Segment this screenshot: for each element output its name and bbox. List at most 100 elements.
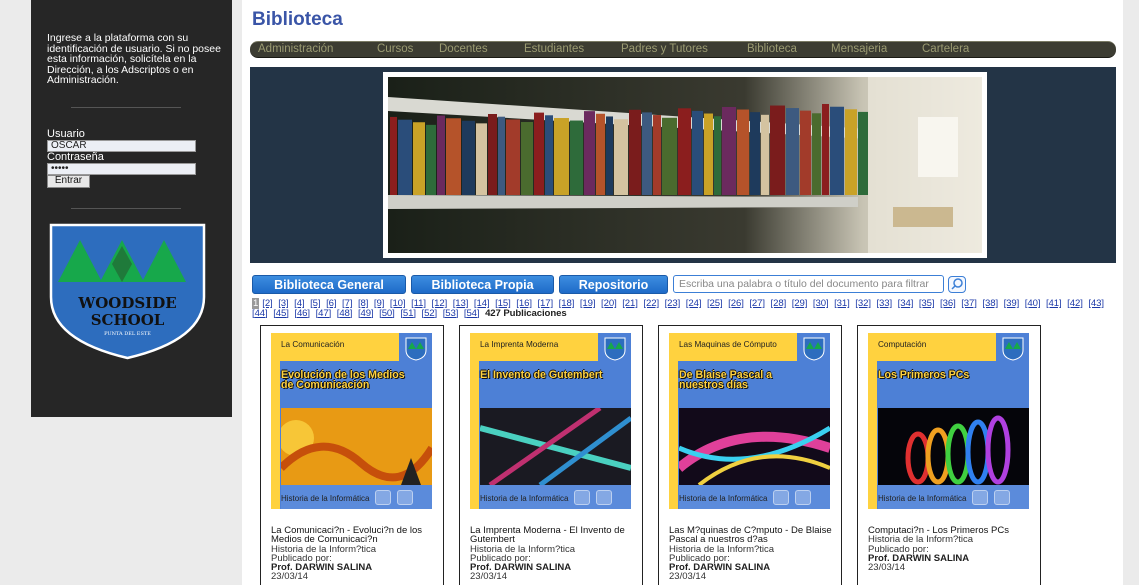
book-cover[interactable]: Computación Los Primeros PCs Historia de l… [868,333,1029,509]
publication-meta: La Comunicaci?n - Evoluci?n de los Medio… [271,526,441,582]
publication-card[interactable]: Computación Los Primeros PCs Historia de l… [857,325,1041,585]
school-shield-icon [803,337,825,361]
scrollbar[interactable] [1123,0,1139,585]
tab-repositorio[interactable]: Repositorio [559,275,668,294]
page-link[interactable]: [33] [876,298,892,309]
page-link[interactable]: [44] [252,308,268,319]
search-button[interactable] [948,276,966,293]
page-link[interactable]: [27] [749,298,765,309]
logo-name: WOODSIDE [77,294,176,312]
page-link[interactable]: [49] [358,308,374,319]
cover-footer-label: Historia de la Informática [281,494,370,503]
cover-artwork [878,408,1029,485]
cover-category: La Imprenta Moderna [470,333,598,361]
hero-banner [250,67,1116,263]
nav-item-biblioteca[interactable]: Biblioteca [747,43,797,55]
nav-item-mensajeria[interactable]: Mensajeria [831,43,887,55]
main-content: Biblioteca Administración Cursos Docente… [242,0,1123,585]
page-link[interactable]: [23] [665,298,681,309]
username-label: Usuario [47,128,85,140]
cover-category: Computación [868,333,996,361]
page-link[interactable]: [30] [813,298,829,309]
page-link[interactable]: [54] [464,308,480,319]
publication-title[interactable]: Las M?quinas de C?mputo - De Blaise Pasc… [669,526,839,545]
page-link[interactable]: [51] [400,308,416,319]
page-link[interactable]: [29] [792,298,808,309]
page-link[interactable]: [34] [898,298,914,309]
cover-artwork [679,408,830,485]
page-link[interactable]: [40] [1025,298,1041,309]
page-title: Biblioteca [252,9,343,30]
page-link[interactable]: [21] [622,298,638,309]
publication-title[interactable]: La Imprenta Moderna - El Invento de Gute… [470,526,640,545]
nav-item-administracion[interactable]: Administración [258,43,333,55]
login-button[interactable]: Entrar [47,175,90,188]
page-link[interactable]: [41] [1046,298,1062,309]
page-link[interactable]: [35] [919,298,935,309]
publication-card[interactable]: Las Maquinas de Cómputo De Blaise Pascal … [658,325,842,585]
page-link[interactable]: [53] [443,308,459,319]
page-link[interactable]: [25] [707,298,723,309]
cover-title: Evolución de los Medios de Comunicación [281,369,405,391]
page-link[interactable]: [42] [1067,298,1083,309]
cover-side-strip [271,361,280,509]
page-link[interactable]: [39] [1004,298,1020,309]
page-link[interactable]: [46] [294,308,310,319]
view-icon[interactable] [596,490,612,505]
page-link[interactable]: [38] [982,298,998,309]
page-link[interactable]: [48] [337,308,353,319]
cover-category: La Comunicación [271,333,399,361]
download-icon[interactable] [972,490,988,505]
publication-meta: La Imprenta Moderna - El Invento de Gute… [470,526,640,582]
nav-item-cursos[interactable]: Cursos [377,43,413,55]
page-link[interactable]: [31] [834,298,850,309]
cover-footer: Historia de la Informática [281,485,432,509]
nav-item-cartelera[interactable]: Cartelera [922,43,969,55]
cover-side-strip [470,361,479,509]
nav-item-estudiantes[interactable]: Estudiantes [524,43,584,55]
publication-title[interactable]: La Comunicaci?n - Evoluci?n de los Medio… [271,526,441,545]
page-link[interactable]: [26] [728,298,744,309]
publication-date: 23/03/14 [271,571,308,583]
top-navigation: Administración Cursos Docentes Estudiant… [250,41,1116,58]
pagination: 1 [2] [3] [4] [5] [6] [7] [8] [9] [10] [1… [252,298,1120,319]
page-link[interactable]: [37] [961,298,977,309]
page-link[interactable]: [28] [771,298,787,309]
book-cover[interactable]: Las Maquinas de Cómputo De Blaise Pascal … [669,333,830,509]
publication-card[interactable]: La Comunicación Evolución de los Medios d… [260,325,444,585]
nav-item-padres-tutores[interactable]: Padres y Tutores [621,43,708,55]
cover-footer: Historia de la Informática [878,485,1029,509]
search-input[interactable]: Escriba una palabra o título del documen… [673,275,944,293]
tab-biblioteca-general[interactable]: Biblioteca General [252,275,406,294]
cover-footer-label: Historia de la Informática [480,494,569,503]
cover-footer-label: Historia de la Informática [679,494,768,503]
book-cover[interactable]: La Imprenta Moderna El Invento de Gutembe… [470,333,631,509]
download-icon[interactable] [574,490,590,505]
page-link[interactable]: [22] [643,298,659,309]
page-link[interactable]: [19] [580,298,596,309]
school-shield-icon [405,337,427,361]
page-link[interactable]: [52] [422,308,438,319]
page-link[interactable]: [32] [855,298,871,309]
book-cover[interactable]: La Comunicación Evolución de los Medios d… [271,333,432,509]
page-link[interactable]: [24] [686,298,702,309]
download-icon[interactable] [773,490,789,505]
page-link[interactable]: [50] [379,308,395,319]
cover-side-strip [868,361,877,509]
view-icon[interactable] [795,490,811,505]
view-icon[interactable] [994,490,1010,505]
page-link[interactable]: [45] [273,308,289,319]
publications-count: 427 Publicaciones [485,307,567,319]
view-icon[interactable] [397,490,413,505]
cover-footer: Historia de la Informática [480,485,631,509]
page-link[interactable]: [36] [940,298,956,309]
publication-card[interactable]: La Imprenta Moderna El Invento de Gutembe… [459,325,643,585]
page-link[interactable]: [47] [316,308,332,319]
nav-item-docentes[interactable]: Docentes [439,43,488,55]
page-link[interactable]: [20] [601,298,617,309]
password-field[interactable]: ••••• [47,163,196,175]
page-link[interactable]: [43] [1088,298,1104,309]
tab-biblioteca-propia[interactable]: Biblioteca Propia [411,275,554,294]
password-label: Contraseña [47,151,104,163]
download-icon[interactable] [375,490,391,505]
